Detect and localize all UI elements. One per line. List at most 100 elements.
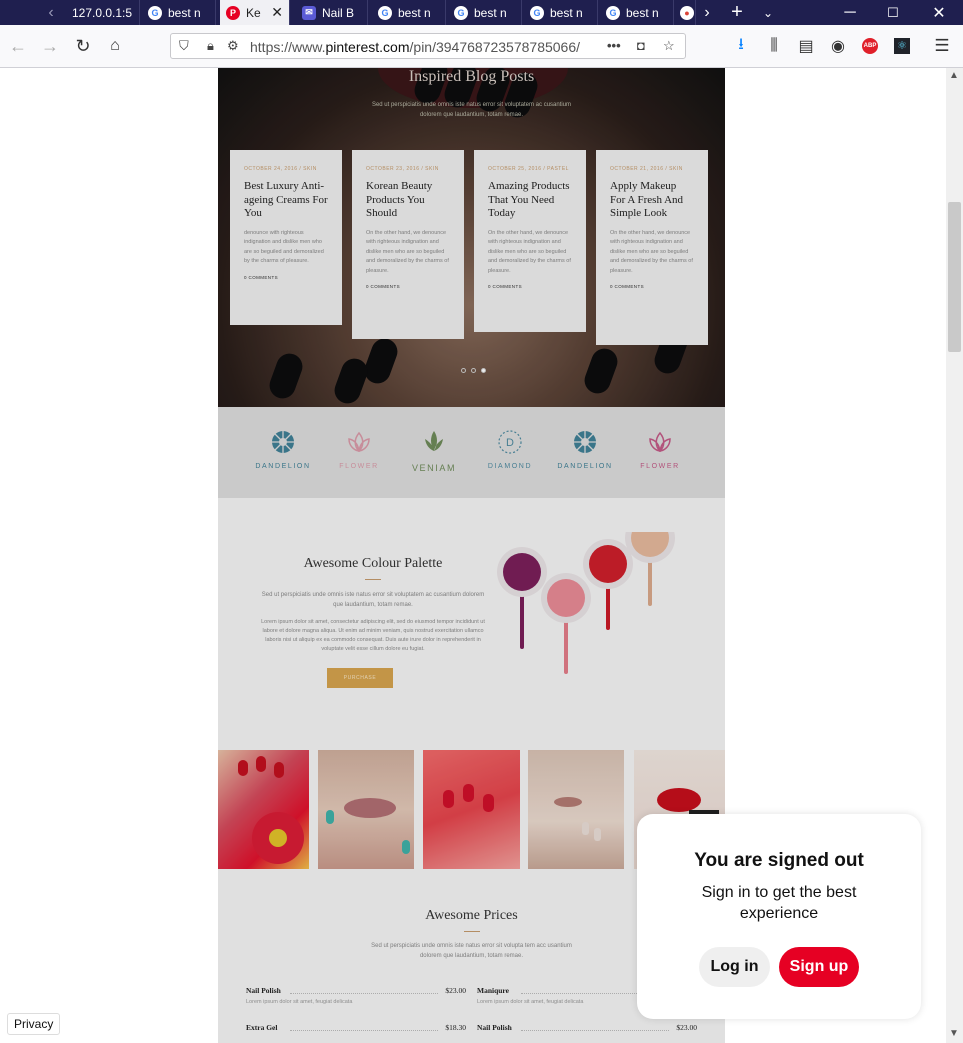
colour-palette-section: Awesome Colour Palette Sed ut perspiciat… — [218, 498, 725, 750]
react-devtools-icon[interactable]: ⚛ — [890, 34, 914, 58]
permissions-icon[interactable]: ⚙ — [227, 38, 239, 54]
heading-rule — [365, 579, 381, 580]
nail-polish-drops-image — [497, 532, 675, 674]
google-icon: G — [530, 5, 544, 20]
nail-shape — [360, 334, 402, 388]
blog-card[interactable]: OCTOBER 24, 2016 / SKIN Best Luxury Anti… — [230, 150, 342, 325]
brand-logo-label: FLOWER — [339, 463, 379, 470]
blog-card-title[interactable]: Best Luxury Anti-ageing Creams For You — [244, 180, 328, 221]
carousel-dot[interactable] — [481, 368, 486, 373]
privacy-link[interactable]: Privacy — [7, 1013, 61, 1035]
blog-card-excerpt: On the other hand, we denounce with righ… — [488, 229, 571, 274]
tab-nail[interactable]: ✉ Nail B — [296, 0, 368, 25]
blog-card-title[interactable]: Amazing Products That You Need Today — [488, 180, 572, 221]
blog-card-date: OCTOBER 25, 2016 / PASTEL — [488, 166, 569, 172]
scrollbar-thumb[interactable] — [948, 202, 961, 352]
tab-localhost[interactable]: 127.0.0.1:5 — [66, 0, 140, 25]
signed-out-card: You are signed out Sign in to get the be… — [637, 814, 921, 1019]
tab-google-5[interactable]: G best n — [600, 0, 674, 25]
tab-chrome[interactable]: ● — [676, 0, 696, 25]
brand-logo-label: VENIAM — [411, 463, 457, 473]
blog-card-title[interactable]: Korean Beauty Products You Should — [366, 180, 450, 221]
blog-card-comments[interactable]: 0 COMMENTS — [244, 275, 328, 280]
blog-card-excerpt: On the other hand, we denounce with righ… — [610, 229, 693, 274]
tab-google-3[interactable]: G best n — [448, 0, 522, 25]
minimize-icon[interactable]: ─ — [838, 0, 862, 25]
price-item: Extra Gel $18.30 — [246, 1023, 466, 1032]
downloads-icon[interactable]: ⭳ — [729, 34, 753, 58]
google-icon: G — [606, 5, 620, 20]
scroll-up-icon[interactable]: ▲ — [949, 70, 959, 81]
close-window-icon[interactable]: ✕ — [927, 0, 951, 25]
back-icon[interactable]: ← — [6, 34, 30, 58]
page-scrollbar[interactable]: ▲ ▼ — [946, 68, 963, 1043]
url-text[interactable]: https://www.pinterest.com/pin/3947687235… — [250, 39, 580, 55]
sidebar-icon[interactable]: ▤ — [794, 34, 818, 58]
price-leader — [290, 1030, 438, 1031]
carousel-dots — [461, 368, 486, 373]
navigation-toolbar: ← → ↻ ⌂ ⛉ 🔒︎ ⚙ https://www.pinterest.com… — [0, 25, 963, 68]
sign-up-button[interactable]: Sign up — [779, 947, 859, 987]
diamond-icon: D — [498, 430, 522, 454]
tab-title: best n — [550, 5, 583, 20]
blog-card[interactable]: OCTOBER 25, 2016 / PASTEL Amazing Produc… — [474, 150, 586, 332]
palette-body: Lorem ipsum dolor sit amet, consectetur … — [261, 619, 485, 652]
bookmark-star-icon[interactable]: ☆ — [663, 38, 675, 54]
blog-card-title[interactable]: Apply Makeup For A Fresh And Simple Look — [610, 180, 694, 221]
photo-flower-nails — [218, 750, 309, 869]
maximize-icon[interactable]: ☐ — [881, 0, 905, 25]
library-icon[interactable]: ⫼ — [762, 34, 786, 58]
reload-icon[interactable]: ↻ — [71, 34, 95, 58]
carousel-dot[interactable] — [471, 368, 476, 373]
log-in-button[interactable]: Log in — [699, 947, 770, 987]
prices-subheading: Sed ut perspiciatis unde omnis iste natu… — [371, 943, 572, 959]
tab-scroll-right-icon[interactable]: › — [696, 0, 718, 25]
url-domain: pinterest.com — [325, 39, 410, 55]
blog-card-comments[interactable]: 0 COMMENTS — [610, 284, 694, 289]
purchase-button[interactable]: PURCHASE — [327, 668, 393, 688]
tracking-shield-icon[interactable]: ⛉ — [179, 38, 189, 54]
price-item-price: $23.00 — [445, 986, 466, 995]
tab-title: Nail B — [322, 5, 355, 20]
nail-site-icon: ✉ — [302, 5, 316, 20]
account-icon[interactable]: ◉ — [826, 34, 850, 58]
blog-card[interactable]: OCTOBER 23, 2016 / SKIN Korean Beauty Pr… — [352, 150, 464, 339]
tab-strip: ‹ 127.0.0.1:5 G best n P Ke ✕ ✉ Nail B G… — [0, 0, 963, 25]
heading-rule — [464, 931, 480, 932]
google-icon: G — [148, 5, 162, 20]
blog-card-comments[interactable]: 0 COMMENTS — [366, 284, 450, 289]
lock-icon[interactable]: 🔒︎ — [207, 38, 214, 54]
url-prefix: https://www. — [250, 39, 326, 55]
dandelion-icon — [574, 431, 596, 453]
brand-logo: DANDELION — [547, 429, 623, 470]
scroll-down-icon[interactable]: ▼ — [949, 1028, 959, 1039]
tab-google-1[interactable]: G best n — [142, 0, 216, 25]
tab-google-4[interactable]: G best n — [524, 0, 598, 25]
page-actions-icon[interactable]: ••• — [607, 38, 621, 53]
price-item-price: $18.30 — [445, 1023, 466, 1032]
tab-pinterest[interactable]: P Ke ✕ — [220, 0, 290, 25]
pocket-icon[interactable]: ◘ — [637, 38, 645, 53]
tab-title: Ke — [246, 5, 261, 20]
signed-out-title: You are signed out — [694, 850, 864, 871]
blog-card[interactable]: OCTOBER 21, 2016 / SKIN Apply Makeup For… — [596, 150, 708, 345]
tab-title: best n — [168, 5, 201, 20]
menu-icon[interactable]: ☰ — [930, 34, 954, 58]
pinterest-icon: P — [226, 5, 240, 20]
photo-face-hands — [528, 750, 624, 869]
carousel-dot[interactable] — [461, 368, 466, 373]
list-tabs-icon[interactable]: ⌄ — [757, 0, 779, 25]
home-icon[interactable]: ⌂ — [103, 34, 127, 58]
tab-google-2[interactable]: G best n — [372, 0, 446, 25]
tab-title: best n — [398, 5, 431, 20]
new-tab-icon[interactable]: + — [725, 0, 749, 25]
tab-scroll-left-icon[interactable]: ‹ — [40, 0, 62, 25]
forward-icon[interactable]: → — [38, 34, 62, 58]
blog-hero: Inspired Blog Posts Sed ut perspiciatis … — [218, 68, 725, 408]
tab-title: best n — [474, 5, 507, 20]
adblock-icon[interactable]: ABP — [858, 34, 882, 58]
blog-card-comments[interactable]: 0 COMMENTS — [488, 284, 572, 289]
google-icon: G — [454, 5, 468, 20]
address-bar[interactable]: ⛉ 🔒︎ ⚙ https://www.pinterest.com/pin/394… — [170, 33, 686, 59]
close-tab-icon[interactable]: ✕ — [271, 4, 283, 21]
